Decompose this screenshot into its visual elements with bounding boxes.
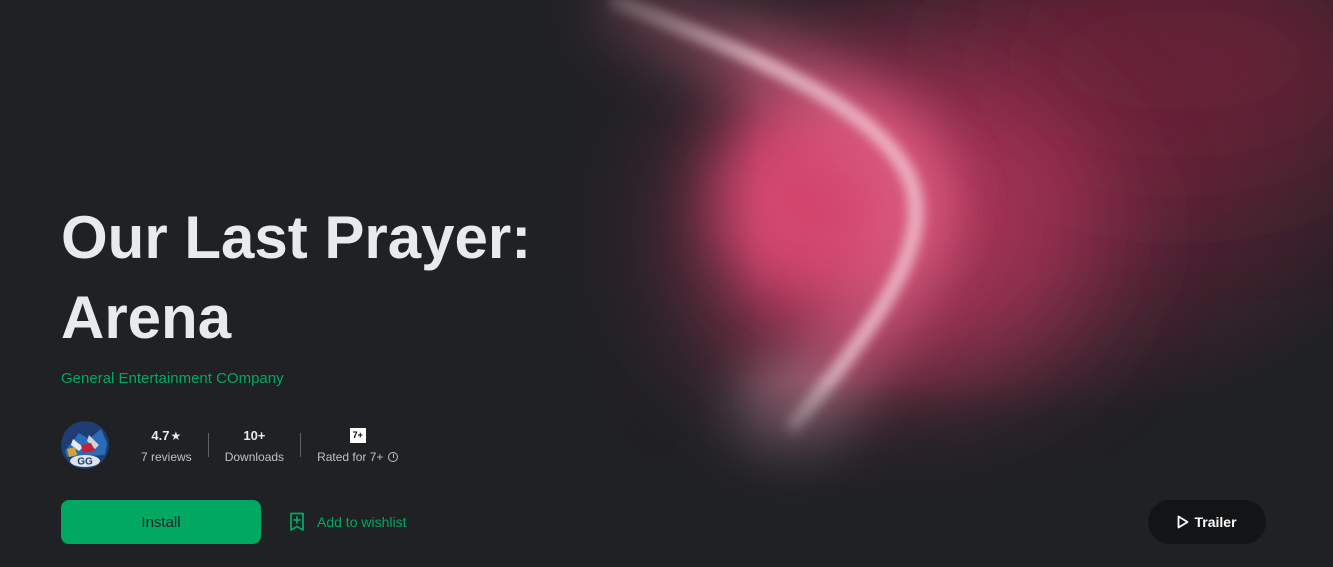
app-game-icon: GG [61, 421, 109, 469]
bookmark-add-icon [290, 512, 304, 531]
app-hero: Our Last Prayer: Arena General Entertain… [0, 0, 1333, 567]
developer-link[interactable]: General Entertainment COmpany [61, 370, 284, 387]
stat-downloads: 10+ Downloads [209, 425, 300, 465]
add-to-wishlist-button[interactable]: Add to wishlist [283, 500, 412, 544]
install-button[interactable]: Install [61, 500, 261, 544]
play-icon [1178, 515, 1189, 529]
wishlist-label: Add to wishlist [317, 514, 407, 530]
app-icon-badge: GG [77, 457, 93, 468]
trailer-button[interactable]: Trailer [1148, 500, 1266, 544]
info-icon[interactable]: i [388, 451, 399, 462]
rating-value: 4.7 [151, 428, 170, 443]
stat-rating: 4.7 ★ 7 reviews [125, 425, 208, 465]
reviews-count: 7 reviews [141, 449, 192, 464]
content-rating-label: Rated for 7+ [317, 449, 384, 464]
app-title-line-2: Arena [61, 284, 232, 351]
content-rating-badge: 7+ [349, 428, 366, 443]
downloads-label: Downloads [224, 449, 285, 464]
app-details: Our Last Prayer: Arena General Entertain… [61, 0, 761, 567]
app-icon: GG [61, 421, 109, 469]
star-icon: ★ [170, 428, 182, 443]
trailer-label: Trailer [1194, 514, 1237, 530]
app-stats: GG 4.7 ★ 7 reviews 10+ Downloads 7+ Rate… [61, 419, 414, 471]
stat-content-rating: 7+ Rated for 7+ i [301, 425, 414, 465]
downloads-value: 10+ [243, 428, 266, 443]
app-title-line-1: Our Last Prayer: [61, 204, 532, 271]
app-title: Our Last Prayer: Arena [61, 198, 661, 358]
